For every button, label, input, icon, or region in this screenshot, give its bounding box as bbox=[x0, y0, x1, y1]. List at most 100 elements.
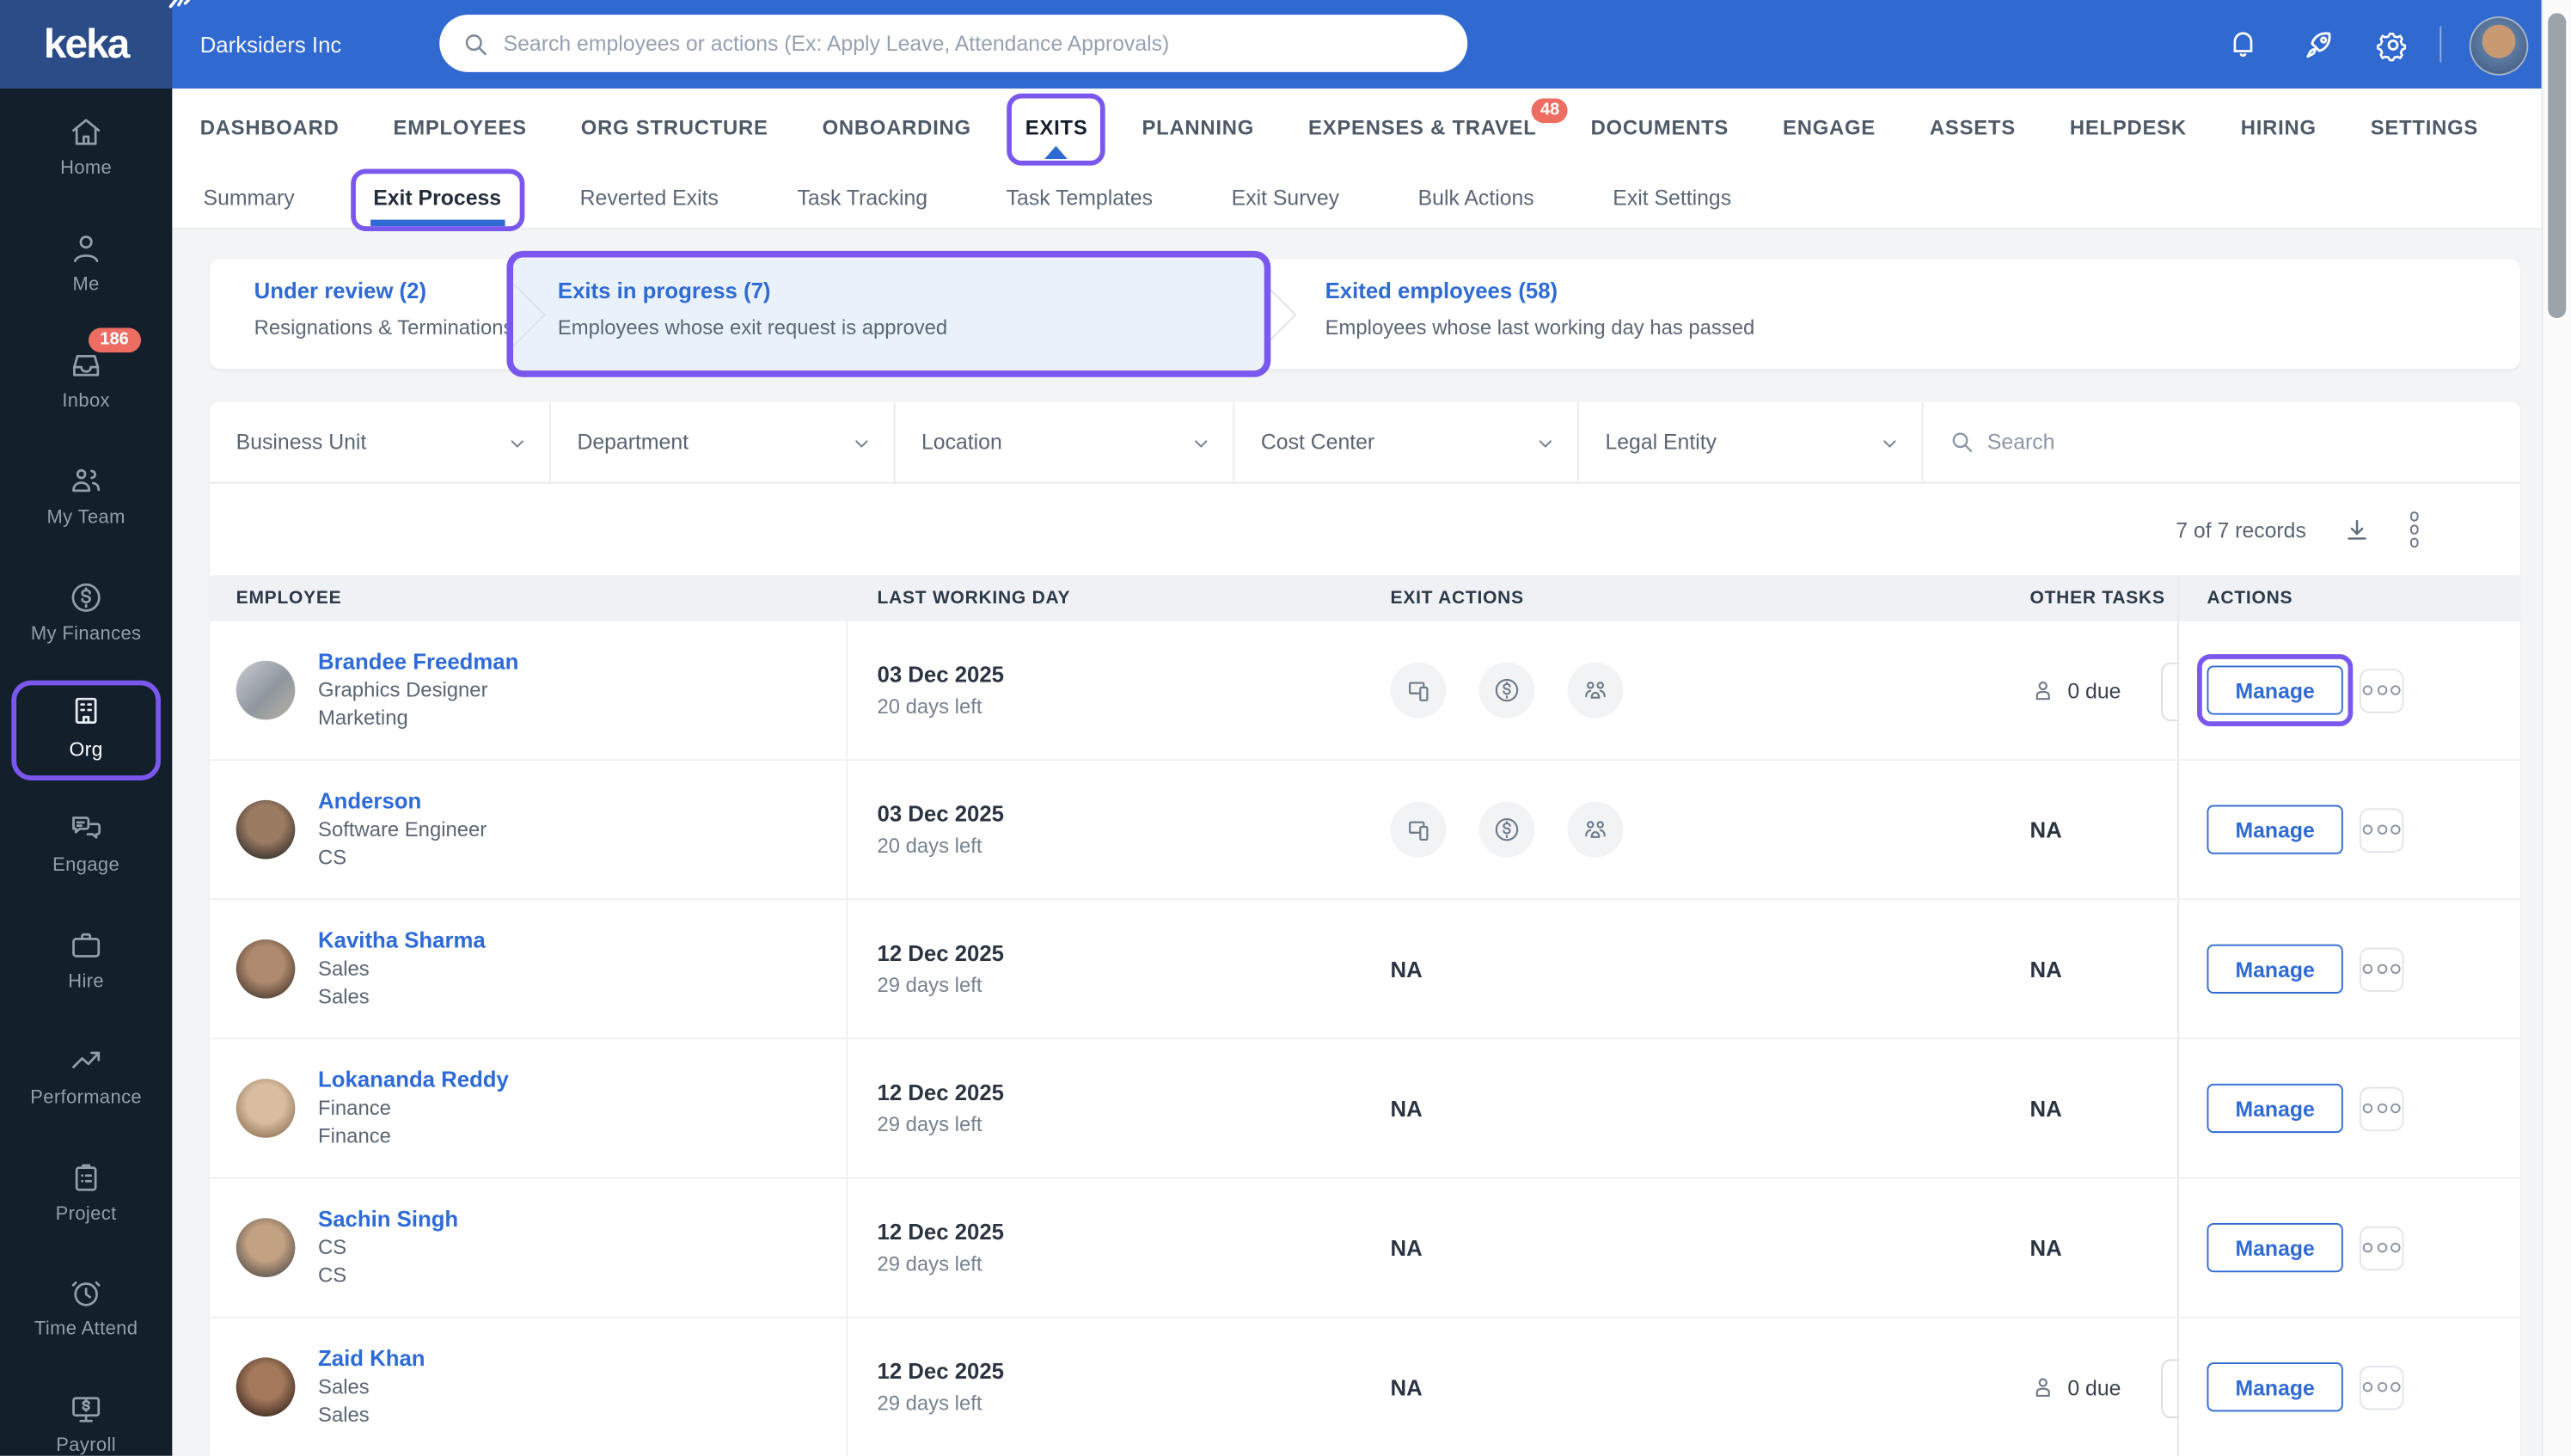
stage-title[interactable]: Exited employees (58) bbox=[1325, 278, 2065, 303]
other-tasks-due[interactable]: 0 due bbox=[2029, 1373, 2121, 1400]
employee-name-link[interactable]: Lokananda Reddy bbox=[318, 1066, 509, 1095]
subnav-tab[interactable]: Task Tracking bbox=[797, 185, 927, 210]
sidebar-item[interactable]: Performance bbox=[0, 1017, 172, 1133]
subnav-tab[interactable]: Reverted Exits bbox=[580, 185, 719, 210]
manage-button[interactable]: Manage bbox=[2207, 665, 2342, 714]
exit-action-team-icon[interactable] bbox=[1568, 663, 1624, 719]
nav-tab[interactable]: ENGAGE bbox=[1783, 115, 1876, 138]
subnav-tab[interactable]: Exit Settings bbox=[1613, 185, 1731, 210]
column-header-exit-actions: EXIT ACTIONS bbox=[1312, 589, 1870, 609]
exit-action-finance-icon[interactable] bbox=[1479, 663, 1535, 719]
employee-role: Finance bbox=[318, 1095, 509, 1123]
stage-title[interactable]: Under review (2) bbox=[254, 278, 514, 303]
row-options-kebab-icon[interactable] bbox=[2360, 1365, 2404, 1410]
row-options-kebab-icon[interactable] bbox=[2360, 668, 2404, 713]
employee-department: Marketing bbox=[318, 705, 518, 732]
nav-tab[interactable]: ORG STRUCTURE bbox=[581, 115, 768, 138]
sidebar-item[interactable]: Time Attend bbox=[0, 1249, 172, 1365]
nav-tab[interactable]: HELPDESK bbox=[2070, 115, 2187, 138]
manage-button[interactable]: Manage bbox=[2207, 805, 2342, 854]
subnav-tab[interactable]: Exit Survey bbox=[1232, 185, 1339, 210]
sidebar-item[interactable]: Project bbox=[0, 1133, 172, 1249]
nav-tab[interactable]: ASSETS bbox=[1930, 115, 2016, 138]
sidebar-item-label: Time Attend bbox=[34, 1320, 138, 1340]
manage-button[interactable]: Manage bbox=[2207, 1362, 2342, 1411]
nav-tab[interactable]: PLANNING bbox=[1142, 115, 1254, 138]
exit-action-team-icon[interactable] bbox=[1568, 802, 1624, 858]
sidebar-item[interactable]: Payroll bbox=[0, 1366, 172, 1456]
user-avatar[interactable] bbox=[2470, 16, 2529, 76]
sidebar-item[interactable]: Engage bbox=[0, 785, 172, 901]
sidebar-item[interactable]: Home bbox=[0, 89, 172, 205]
sidebar-item[interactable]: Inbox 186 bbox=[0, 321, 172, 437]
exit-actions-na: NA bbox=[1391, 957, 1423, 982]
filter-dropdown[interactable]: Cost Center bbox=[1234, 401, 1579, 481]
download-icon[interactable] bbox=[2342, 516, 2370, 543]
manage-button[interactable]: Manage bbox=[2207, 945, 2342, 994]
column-header-actions: ACTIONS bbox=[2177, 576, 2520, 621]
row-options-kebab-icon[interactable] bbox=[2360, 1086, 2404, 1131]
subnav-tab[interactable]: Task Templates bbox=[1007, 185, 1153, 210]
filter-dropdown[interactable]: Location bbox=[895, 401, 1234, 481]
stage-card[interactable]: Under review (2) Resignations & Terminat… bbox=[210, 259, 513, 369]
filter-dropdown[interactable]: Department bbox=[551, 401, 896, 481]
manage-button[interactable]: Manage bbox=[2207, 1223, 2342, 1272]
scrollbar-thumb[interactable] bbox=[2548, 13, 2566, 318]
nav-tab[interactable]: HIRING bbox=[2241, 115, 2317, 138]
stage-title[interactable]: Exits in progress (7) bbox=[558, 278, 1264, 303]
nav-tab[interactable]: EXITS bbox=[1025, 115, 1088, 138]
filter-dropdown-label: Business Unit bbox=[236, 430, 367, 455]
global-search-input[interactable]: Search employees or actions (Ex: Apply L… bbox=[439, 15, 1467, 72]
exit-action-assets-icon[interactable] bbox=[1391, 663, 1447, 719]
subnav-tab[interactable]: Exit Process bbox=[373, 185, 501, 210]
subnav-tab[interactable]: Bulk Actions bbox=[1418, 185, 1534, 210]
sidebar-item[interactable]: Org bbox=[0, 669, 172, 785]
sidebar-item[interactable]: Hire bbox=[0, 901, 172, 1017]
content-area: Under review (2) Resignations & Terminat… bbox=[172, 229, 2571, 1456]
settings-gear-icon[interactable] bbox=[2376, 28, 2410, 62]
sidebar-item[interactable]: My Team bbox=[0, 437, 172, 553]
sidebar: Home Me Inbox 186 My Team bbox=[0, 89, 172, 1456]
employee-name-link[interactable]: Sachin Singh bbox=[318, 1205, 458, 1234]
filter-dropdown[interactable]: Legal Entity bbox=[1579, 401, 1924, 481]
days-left: 29 days left bbox=[878, 974, 1005, 997]
nav-tab[interactable]: DASHBOARD bbox=[200, 115, 340, 138]
nav-tab[interactable]: EXPENSES & TRAVEL 48 bbox=[1308, 115, 1537, 138]
exit-action-assets-icon[interactable] bbox=[1391, 802, 1447, 858]
manage-button[interactable]: Manage bbox=[2207, 1084, 2342, 1133]
filter-dropdown[interactable]: Business Unit bbox=[210, 401, 551, 481]
row-options-kebab-icon[interactable] bbox=[2360, 947, 2404, 992]
exit-action-finance-icon[interactable] bbox=[1479, 802, 1535, 858]
nav-tab[interactable]: SETTINGS bbox=[2371, 115, 2478, 138]
nav-tab-label: PLANNING bbox=[1142, 115, 1254, 138]
row-options-kebab-icon[interactable] bbox=[2360, 1226, 2404, 1270]
subnav-tab-label: Exit Process bbox=[373, 185, 501, 210]
sidebar-item-icon bbox=[67, 1043, 105, 1080]
nav-tab[interactable]: ONBOARDING bbox=[823, 115, 971, 138]
notifications-bell-icon[interactable] bbox=[2226, 28, 2259, 60]
sidebar-item-label: My Finances bbox=[31, 624, 142, 644]
stage-card[interactable]: Exits in progress (7) Employees whose ex… bbox=[513, 259, 1264, 369]
employee-name-link[interactable]: Anderson bbox=[318, 787, 487, 817]
employee-name-link[interactable]: Zaid Khan bbox=[318, 1344, 425, 1373]
nav-tab[interactable]: EMPLOYEES bbox=[394, 115, 527, 138]
table-options-kebab-icon[interactable] bbox=[2406, 509, 2421, 551]
sidebar-item[interactable]: My Finances bbox=[0, 553, 172, 669]
table-row: Anderson Software Engineer CS 03 Dec 202… bbox=[210, 761, 2520, 900]
sidebar-item-icon bbox=[67, 1391, 105, 1428]
keka-logo[interactable]: keka bbox=[0, 0, 172, 89]
nav-tab[interactable]: DOCUMENTS bbox=[1591, 115, 1729, 138]
other-tasks-due[interactable]: 0 due bbox=[2029, 677, 2121, 704]
stage-card[interactable]: Exited employees (58) Employees whose la… bbox=[1264, 259, 2065, 369]
days-left: 29 days left bbox=[878, 1113, 1005, 1136]
table-search-input[interactable]: Search bbox=[1923, 401, 2519, 481]
sidebar-item-icon bbox=[67, 927, 105, 964]
sidebar-item[interactable]: Me bbox=[0, 205, 172, 321]
row-options-kebab-icon[interactable] bbox=[2360, 807, 2404, 852]
days-left: 20 days left bbox=[878, 835, 1005, 858]
employee-name-link[interactable]: Brandee Freedman bbox=[318, 647, 518, 676]
employee-name-link[interactable]: Kavitha Sharma bbox=[318, 927, 486, 956]
subnav-tab[interactable]: Summary bbox=[204, 185, 295, 210]
whats-new-rocket-icon[interactable] bbox=[2302, 28, 2336, 62]
nav-tab-label: ENGAGE bbox=[1783, 115, 1876, 138]
